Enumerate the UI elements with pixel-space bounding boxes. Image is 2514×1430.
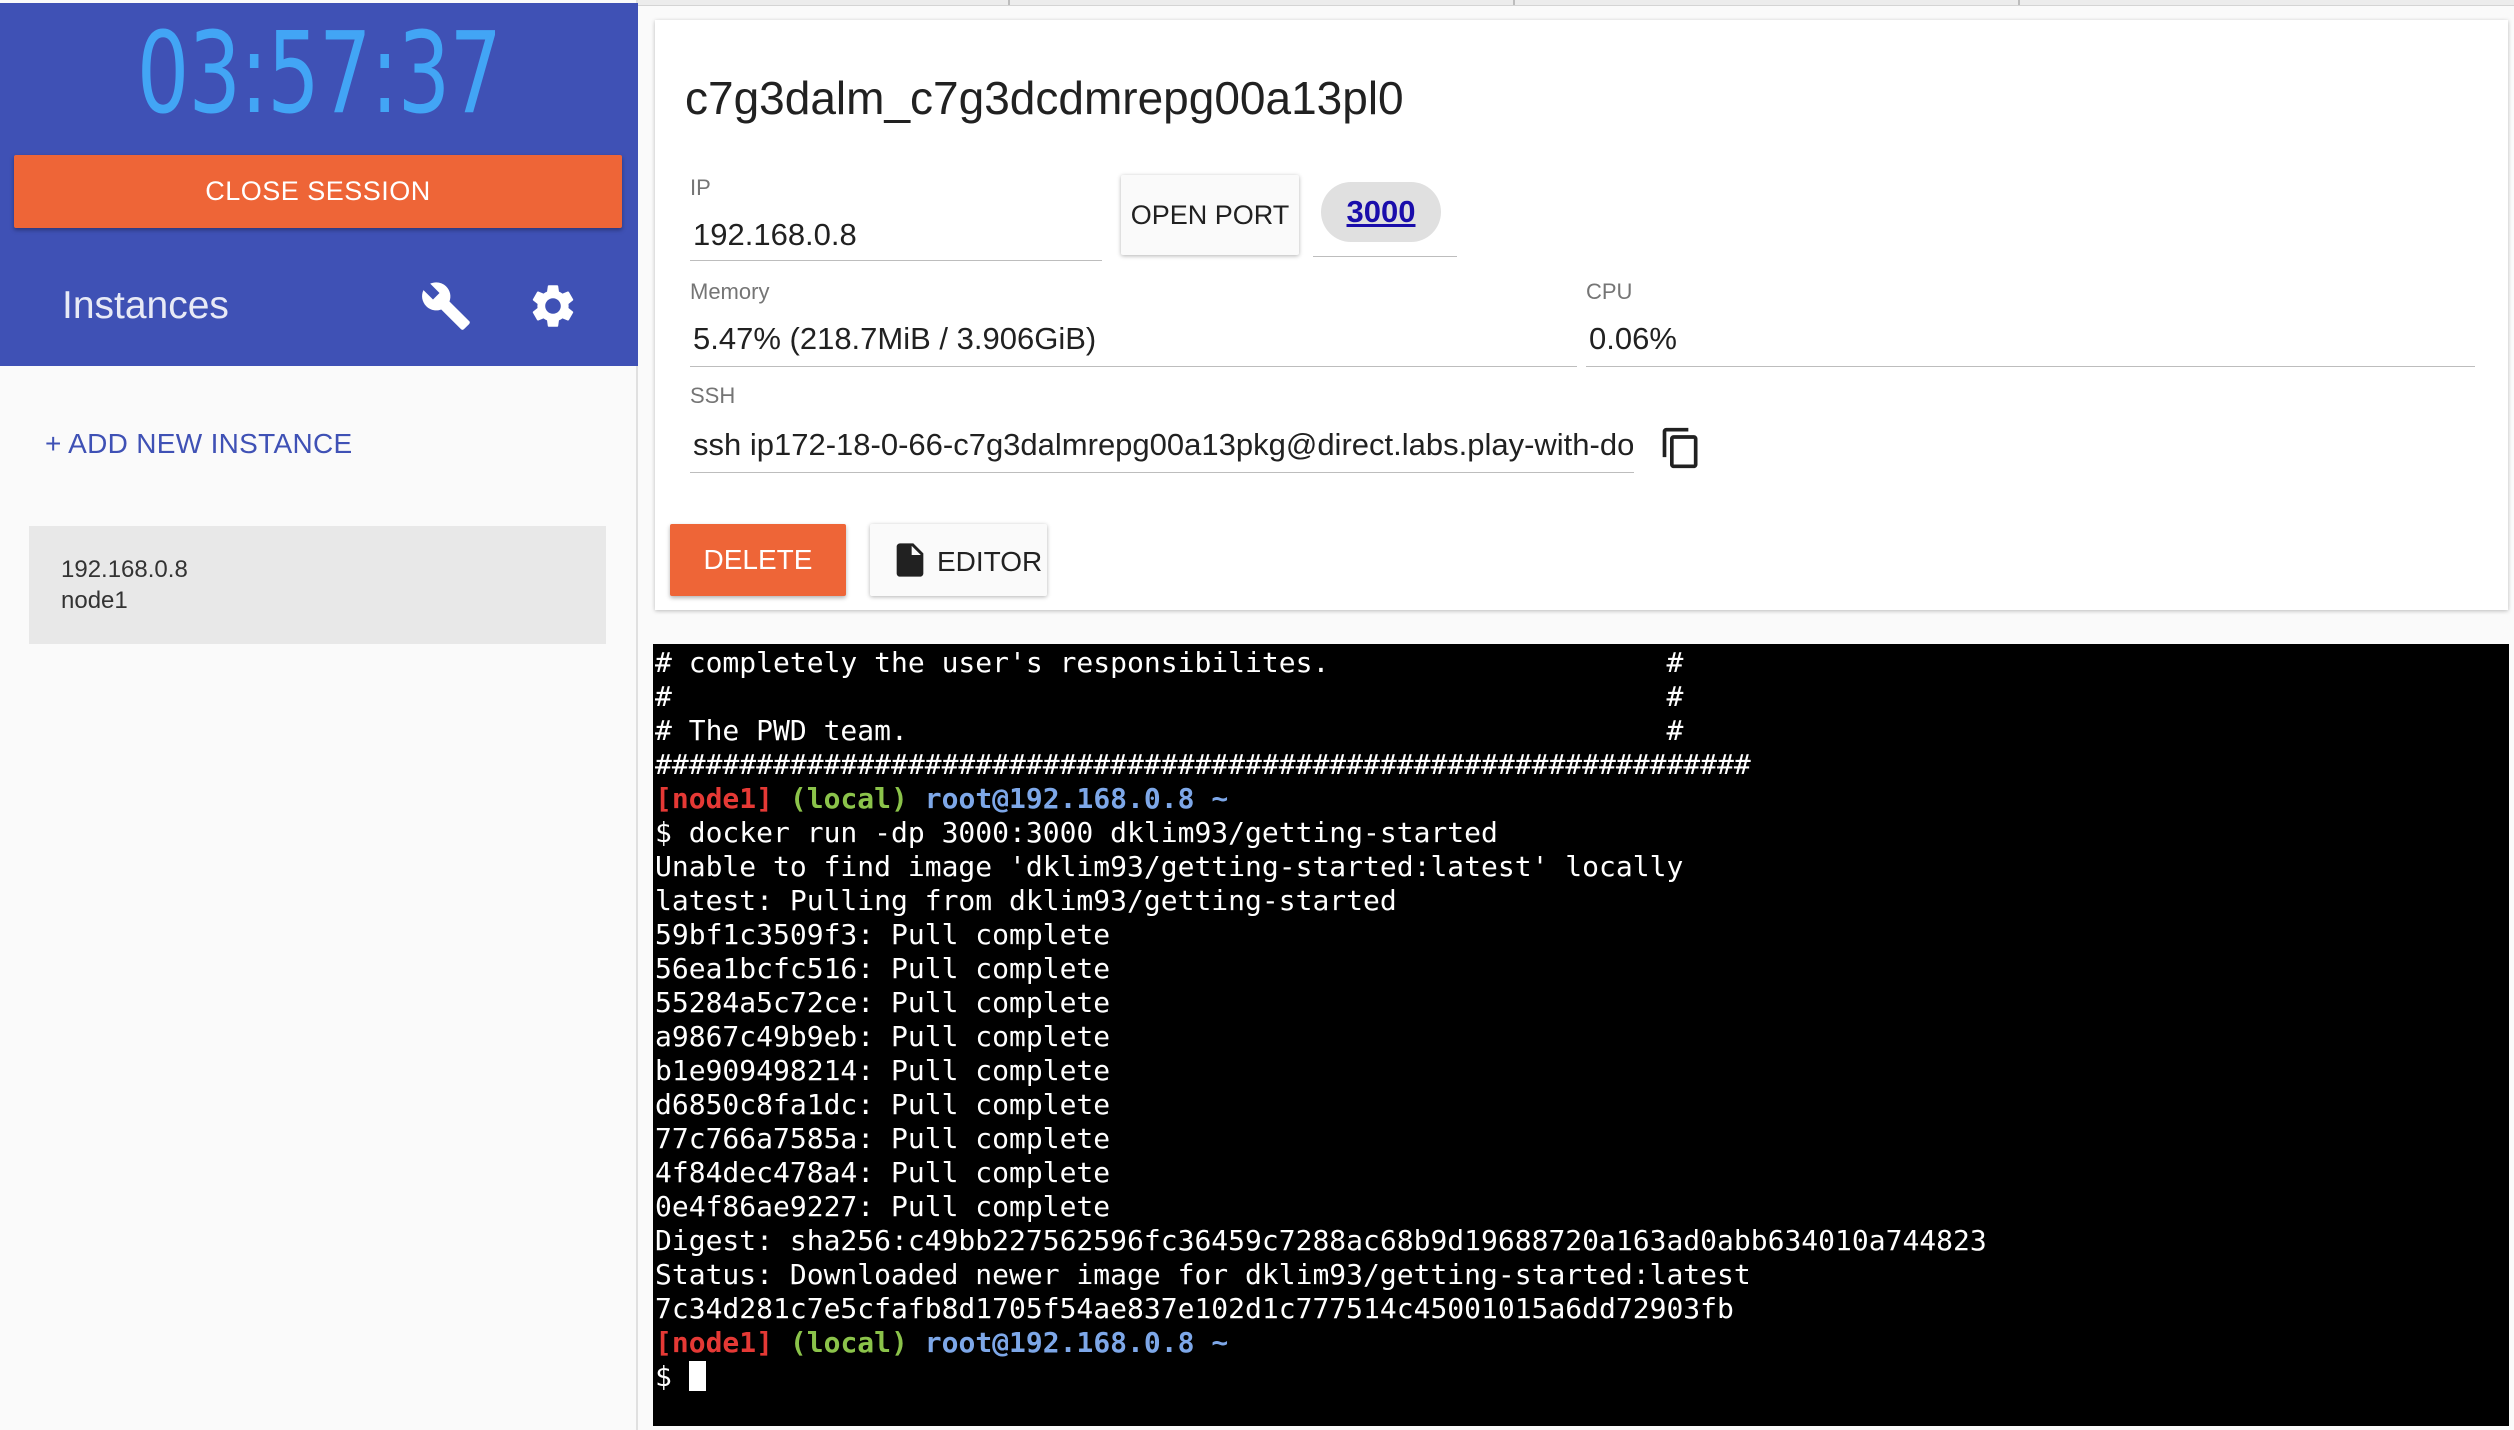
terminal-line: ########################################… <box>655 748 1987 782</box>
terminal-text: (local) <box>789 1326 908 1359</box>
wrench-icon[interactable] <box>420 280 472 332</box>
terminal-text: a9867c49b9eb: Pull complete <box>655 1020 1111 1053</box>
terminal-text: [node1] <box>655 782 774 815</box>
editor-label: EDITOR <box>937 546 1043 577</box>
memory-value: 5.47% (218.7MiB / 3.906GiB) <box>693 321 1097 356</box>
terminal-text: 4f84dec478a4: Pull complete <box>655 1156 1111 1189</box>
terminal[interactable]: # completely the user's responsibilites.… <box>653 644 2509 1426</box>
terminal-line: # # <box>655 680 1987 714</box>
terminal-line: $ <box>655 1360 1987 1394</box>
terminal-text: ########################################… <box>655 748 1751 781</box>
terminal-line: Status: Downloaded newer image for dklim… <box>655 1258 1987 1292</box>
terminal-line: latest: Pulling from dklim93/getting-sta… <box>655 884 1987 918</box>
terminal-line: 77c766a7585a: Pull complete <box>655 1122 1987 1156</box>
terminal-text: 55284a5c72ce: Pull complete <box>655 986 1111 1019</box>
gear-icon[interactable] <box>527 280 579 332</box>
terminal-cursor <box>688 1361 706 1391</box>
terminal-line: [node1] (local) root@192.168.0.8 ~ <box>655 782 1987 816</box>
terminal-text: Digest: sha256:c49bb227562596fc36459c728… <box>655 1224 1987 1257</box>
terminal-text: root@192.168.0.8 ~ <box>924 782 1229 815</box>
terminal-text: root@192.168.0.8 ~ <box>924 1326 1229 1359</box>
terminal-line: Digest: sha256:c49bb227562596fc36459c728… <box>655 1224 1987 1258</box>
terminal-line: 55284a5c72ce: Pull complete <box>655 986 1987 1020</box>
terminal-text: [node1] <box>655 1326 774 1359</box>
terminal-text: b1e909498214: Pull complete <box>655 1054 1111 1087</box>
terminal-line: b1e909498214: Pull complete <box>655 1054 1987 1088</box>
sidebar-header: 03:57:37 CLOSE SESSION Instances <box>0 3 638 366</box>
terminal-line: 59bf1c3509f3: Pull complete <box>655 918 1987 952</box>
ip-value: 192.168.0.8 <box>693 217 857 252</box>
file-icon <box>896 543 924 577</box>
tab-strip <box>638 0 2514 6</box>
session-timer: 03:57:37 <box>136 9 502 139</box>
open-port-button[interactable]: OPEN PORT <box>1121 175 1299 255</box>
terminal-line: Unable to find image 'dklim93/getting-st… <box>655 850 1987 884</box>
terminal-text: # completely the user's responsibilites.… <box>655 646 1684 679</box>
terminal-text: 7c34d281c7e5cfafb8d1705f54ae837e102d1c77… <box>655 1292 1734 1325</box>
terminal-text: $ docker run -dp 3000:3000 dklim93/getti… <box>655 816 1498 849</box>
terminal-line: 56ea1bcfc516: Pull complete <box>655 952 1987 986</box>
terminal-line: d6850c8fa1dc: Pull complete <box>655 1088 1987 1122</box>
terminal-text: 77c766a7585a: Pull complete <box>655 1122 1111 1155</box>
copy-icon[interactable] <box>1659 424 1703 472</box>
terminal-text: $ <box>655 1360 689 1393</box>
terminal-text: Status: Downloaded newer image for dklim… <box>655 1258 1751 1291</box>
instance-ip: 192.168.0.8 <box>61 556 188 583</box>
memory-label: Memory <box>690 279 770 304</box>
instance-title: c7g3dalm_c7g3dcdmrepg00a13pl0 <box>685 72 1404 124</box>
port-3000-link[interactable]: 3000 <box>1321 182 1441 242</box>
editor-button[interactable]: EDITOR <box>870 524 1047 596</box>
terminal-line: [node1] (local) root@192.168.0.8 ~ <box>655 1326 1987 1360</box>
ssh-label: SSH <box>690 383 736 408</box>
ip-field[interactable]: IP 192.168.0.8 <box>690 175 1102 261</box>
terminal-text: # # <box>655 680 1684 713</box>
instance-list-item[interactable]: 192.168.0.8 node1 <box>29 526 606 644</box>
terminal-line: 0e4f86ae9227: Pull complete <box>655 1190 1987 1224</box>
terminal-output: # completely the user's responsibilites.… <box>655 646 1987 1394</box>
instances-title: Instances <box>62 284 229 327</box>
terminal-line: # The PWD team. # <box>655 714 1987 748</box>
terminal-text: 0e4f86ae9227: Pull complete <box>655 1190 1111 1223</box>
instance-name: node1 <box>61 587 128 614</box>
cpu-label: CPU <box>1586 279 1633 304</box>
ip-label: IP <box>690 175 711 200</box>
cpu-value: 0.06% <box>1589 321 1677 356</box>
ssh-command: ssh ip172-18-0-66-c7g3dalmrepg00a13pkg@d… <box>693 427 1633 462</box>
terminal-text: d6850c8fa1dc: Pull complete <box>655 1088 1111 1121</box>
ssh-field[interactable]: SSH ssh ip172-18-0-66-c7g3dalmrepg00a13p… <box>690 383 1634 473</box>
memory-field: Memory 5.47% (218.7MiB / 3.906GiB) <box>690 279 1577 367</box>
add-new-instance-button[interactable]: + ADD NEW INSTANCE <box>45 428 352 460</box>
terminal-line: a9867c49b9eb: Pull complete <box>655 1020 1987 1054</box>
terminal-text: (local) <box>789 782 908 815</box>
delete-button[interactable]: DELETE <box>670 524 846 596</box>
instance-panel: c7g3dalm_c7g3dcdmrepg00a13pl0 IP 192.168… <box>655 20 2508 610</box>
terminal-text: latest: Pulling from dklim93/getting-sta… <box>655 884 1397 917</box>
terminal-text: 56ea1bcfc516: Pull complete <box>655 952 1111 985</box>
close-session-button[interactable]: CLOSE SESSION <box>14 155 622 228</box>
terminal-text: # The PWD team. # <box>655 714 1684 747</box>
cpu-field: CPU 0.06% <box>1586 279 2475 367</box>
terminal-line: # completely the user's responsibilites.… <box>655 646 1987 680</box>
sidebar: 03:57:37 CLOSE SESSION Instances + ADD N… <box>0 0 638 1430</box>
terminal-line: 7c34d281c7e5cfafb8d1705f54ae837e102d1c77… <box>655 1292 1987 1326</box>
terminal-line: 4f84dec478a4: Pull complete <box>655 1156 1987 1190</box>
terminal-line: $ docker run -dp 3000:3000 dklim93/getti… <box>655 816 1987 850</box>
terminal-text: Unable to find image 'dklim93/getting-st… <box>655 850 1684 883</box>
terminal-text: 59bf1c3509f3: Pull complete <box>655 918 1111 951</box>
